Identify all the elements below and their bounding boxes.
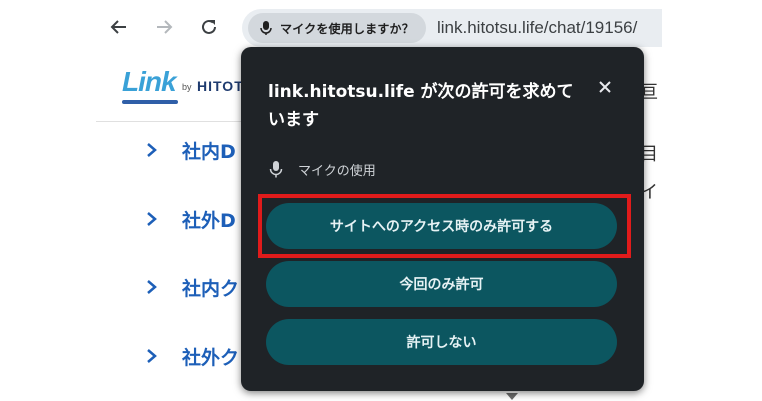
allow-this-time-button[interactable]: 今回のみ許可 [266, 261, 617, 307]
menu-item[interactable]: 社内D [144, 136, 236, 164]
chevron-right-icon [144, 348, 160, 364]
menu-item[interactable]: 社内ク [144, 273, 239, 301]
arrow-right-icon [157, 20, 173, 34]
chevron-right-icon [144, 142, 160, 158]
menu-item-label: 社内D [182, 140, 236, 163]
arrow-left-icon [110, 20, 126, 34]
url-text: link.hitotsu.life/chat/19156/ [437, 18, 638, 37]
close-icon [599, 81, 611, 93]
scroll-down-arrow-icon[interactable] [506, 393, 518, 400]
allow-this-time-label: 今回のみ許可 [399, 277, 484, 293]
microphone-icon [260, 21, 272, 35]
forward-button[interactable] [151, 14, 177, 40]
chevron-right-icon [144, 211, 160, 227]
menu-item-label: 社外D [182, 209, 236, 232]
reload-icon [202, 19, 216, 34]
back-button[interactable] [106, 14, 132, 40]
chevron-right-icon [144, 279, 160, 295]
microphone-icon [269, 161, 283, 178]
close-button[interactable] [595, 77, 615, 97]
header-divider [96, 121, 242, 122]
reload-button[interactable] [196, 14, 222, 40]
menu-item[interactable]: 社外ク [144, 342, 239, 370]
deny-label: 許可しない [406, 335, 477, 351]
logo-wordmark: Link [122, 66, 177, 97]
deny-button[interactable]: 許可しない [266, 319, 617, 365]
logo-underline [122, 100, 178, 104]
menu-item-label: 社外ク [182, 346, 240, 369]
mic-permission-chip[interactable]: マイクを使用しますか？ [248, 13, 426, 43]
highlight-box [258, 194, 631, 258]
logo-by: by [182, 82, 192, 92]
menu-item-label: 社内ク [182, 277, 240, 300]
menu-item[interactable]: 社外D [144, 205, 236, 233]
dialog-title: link.hitotsu.life が次の許可を求めています [268, 82, 574, 130]
logo-company: HITOT [197, 78, 244, 94]
permission-row: マイクの使用 [268, 159, 376, 179]
permission-label: マイクの使用 [298, 163, 376, 179]
mic-chip-label: マイクを使用しますか？ [280, 21, 414, 36]
address-bar[interactable]: マイクを使用しますか？ link.hitotsu.life/chat/19156… [242, 9, 662, 47]
